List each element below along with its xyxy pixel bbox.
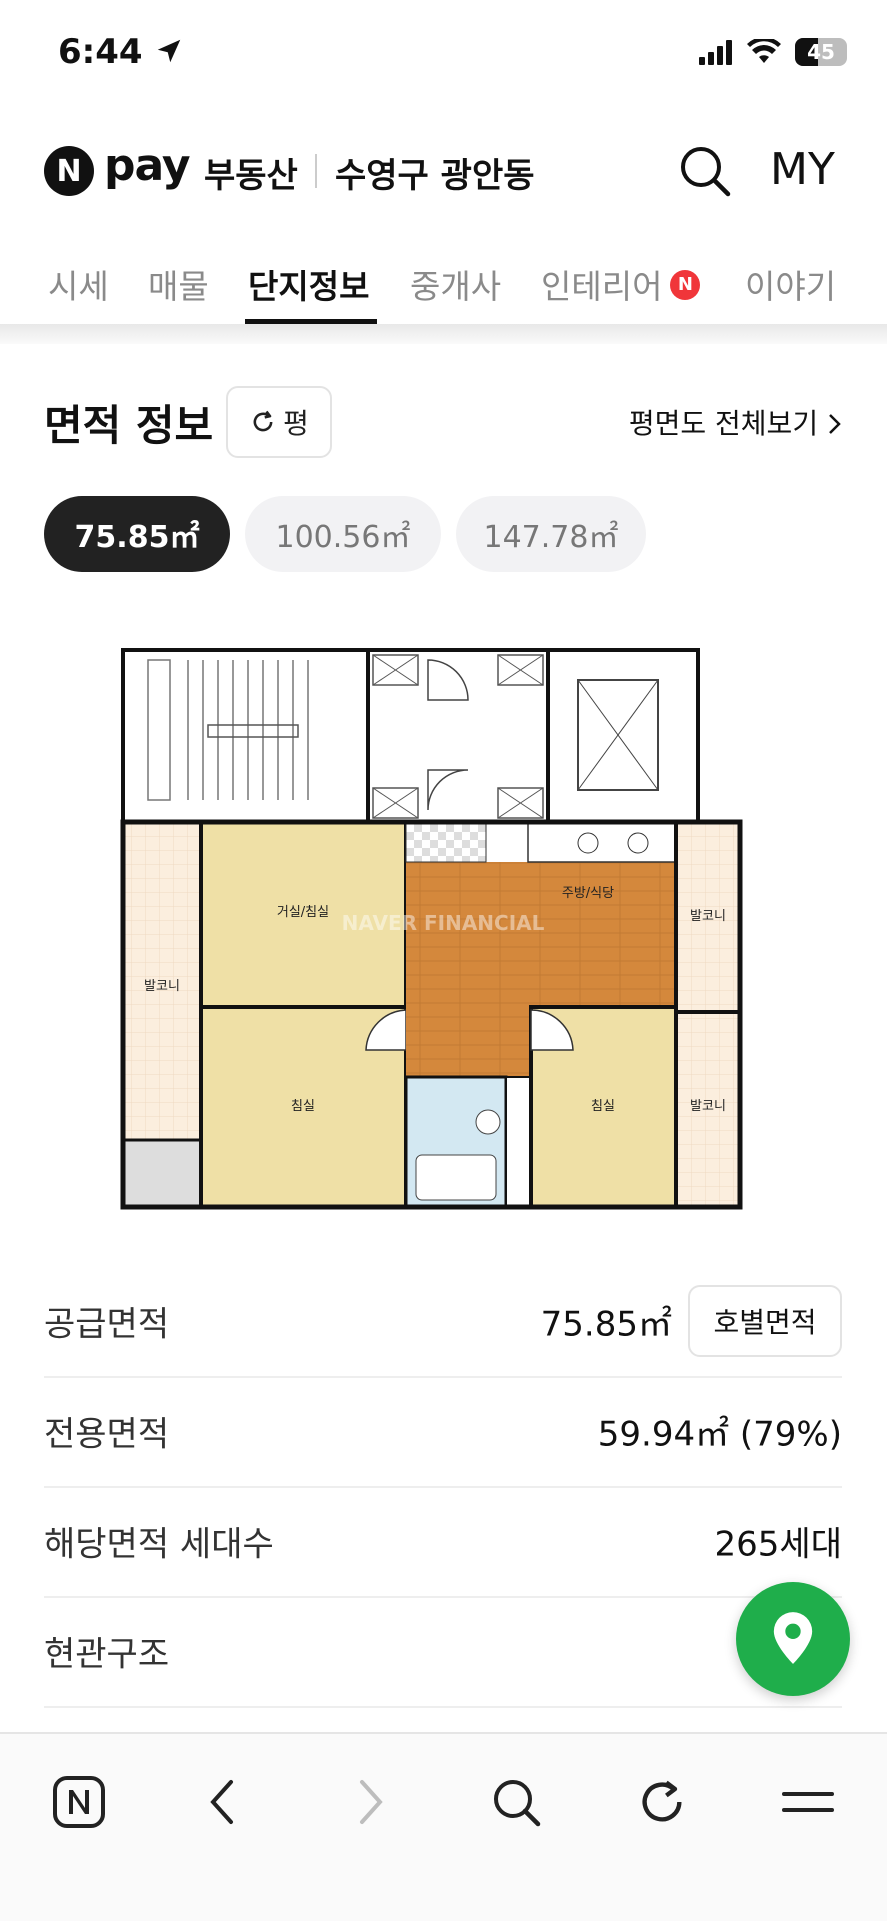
chevron-right-icon [360,1780,383,1824]
search-icon [681,147,731,197]
exclusive-area-label: 전용면적 [44,1414,170,1455]
forward-button[interactable] [334,1766,406,1838]
region-selector[interactable]: 수영구 광안동 [335,148,535,197]
map-pin-icon [773,1612,813,1664]
tab-complex-info[interactable]: 단지정보 [248,260,369,308]
status-icons: 45 [699,38,847,66]
room-label-kitchen: 주방/식당 [562,886,614,901]
area-chip-147[interactable]: 147.78㎡ [456,496,646,572]
unit-area-button[interactable]: 호별면적 [688,1285,842,1357]
chevron-right-icon [829,414,841,434]
menu-button[interactable] [772,1766,844,1838]
floor-plan-watermark: NAVER FINANCIAL [342,911,545,935]
tab-agents[interactable]: 중개사 [410,260,501,308]
browser-toolbar [0,1732,887,1921]
supply-area-label: 공급면적 [44,1304,170,1345]
entrance-structure-row: 현관구조 [44,1596,842,1708]
reload-button[interactable] [626,1766,698,1838]
naver-logo[interactable]: N [44,146,94,196]
section-title: 면적 정보 [44,401,214,450]
entrance-structure-label: 현관구조 [44,1634,170,1675]
wifi-icon [747,39,781,63]
chevron-left-icon [210,1780,233,1824]
new-badge: N [670,269,701,300]
room-label-bedroom-left: 침실 [291,1099,315,1114]
my-button[interactable]: MY [770,144,835,195]
browser-search-button[interactable] [480,1766,552,1838]
households-row: 해당면적 세대수 265세대 [44,1486,842,1598]
search-button[interactable] [678,144,734,200]
exclusive-area-value: 59.94㎡ (79%) [597,1414,842,1455]
floor-plan-image[interactable]: 발코니 거실/침실 침실 주방/식당 NAVER FINANCIAL 침실 발코… [118,640,768,1210]
exclusive-area-row: 전용면적 59.94㎡ (79%) [44,1376,842,1488]
room-label-balcony-right-bottom: 발코니 [690,1099,726,1114]
battery-icon: 45 [795,38,847,66]
back-button[interactable] [187,1766,259,1838]
tab-listings[interactable]: 매물 [148,260,209,308]
search-icon [494,1780,541,1827]
room-label-balcony-left: 발코니 [144,979,180,994]
menu-icon [782,1792,834,1812]
map-fab-button[interactable] [736,1582,850,1696]
area-chip-75[interactable]: 75.85㎡ [44,496,230,572]
area-chip-100[interactable]: 100.56㎡ [245,496,441,572]
room-label-living: 거실/침실 [277,905,329,920]
service-title[interactable]: 부동산 [204,148,298,197]
tab-separator [0,324,887,344]
households-label: 해당면적 세대수 [44,1524,274,1565]
naver-n-icon [53,1776,105,1828]
pay-logo: pay [104,140,191,191]
naver-home-button[interactable] [43,1766,115,1838]
room-label-balcony-right-top: 발코니 [690,909,726,924]
room-label-bedroom-right: 침실 [591,1099,615,1114]
tab-interior[interactable]: 인테리어 N [541,260,701,308]
refresh-icon [253,410,273,432]
tab-bar: 시세 매물 단지정보 중개사 인테리어 N 이야기 [0,260,887,324]
unit-toggle-label: 평 [283,407,309,440]
tab-stories[interactable]: 이야기 [745,260,836,308]
view-all-floorplans-link[interactable]: 평면도 전체보기 [629,402,843,442]
signal-icon [699,40,732,65]
tab-price[interactable]: 시세 [48,260,109,308]
location-arrow-icon [158,39,181,63]
header-divider [315,154,317,188]
households-value: 265세대 [714,1524,842,1565]
unit-toggle-button[interactable]: 평 [226,386,332,458]
reload-icon [642,1780,682,1822]
status-time: 6:44 [58,32,184,72]
supply-area-value: 75.85㎡ [540,1304,672,1345]
